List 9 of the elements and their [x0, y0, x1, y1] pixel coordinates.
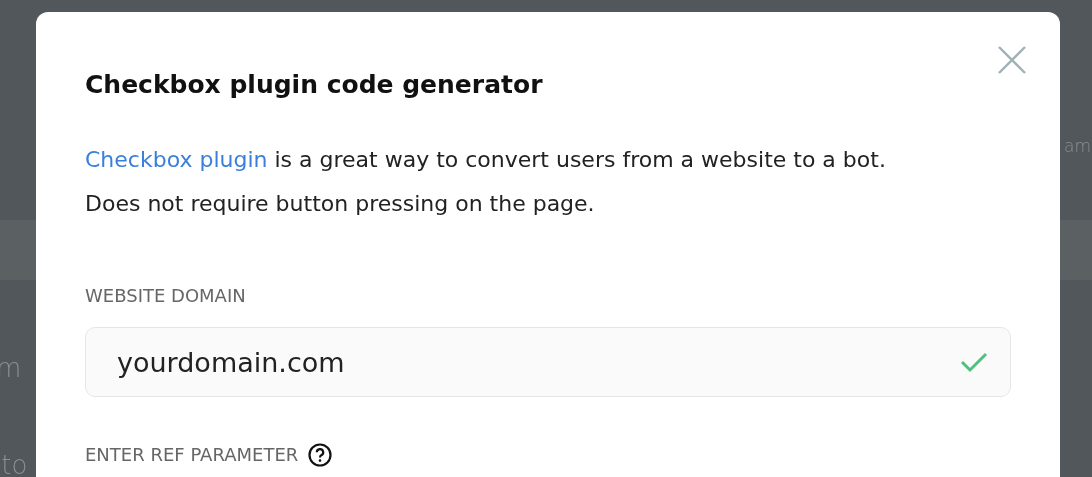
description-text: Checkbox plugin is a great way to convert users from a website to a bot. Does not require button pressing on the page. [85, 146, 887, 218]
background-text: ito [0, 452, 28, 477]
dialog-title: Checkbox plugin code generator [85, 70, 544, 100]
field-label: ENTER REF PARAMETER [85, 443, 299, 467]
field-label: WEBSITE DOMAIN [85, 284, 246, 308]
plugin-link[interactable]: Checkbox plugin [85, 147, 268, 172]
close-icon [996, 44, 1028, 76]
domain-field[interactable]: yourdomain.com [85, 327, 1011, 397]
help-icon[interactable] [308, 442, 333, 467]
